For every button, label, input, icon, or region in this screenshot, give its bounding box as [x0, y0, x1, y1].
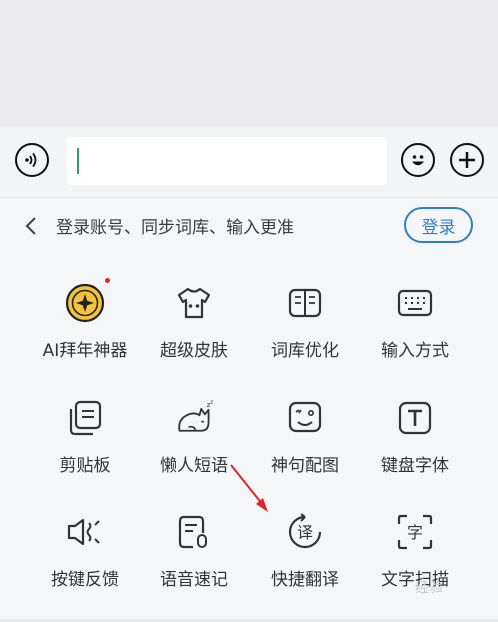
- tile-label: 输入方式: [381, 341, 449, 361]
- tile-label: 剪贴板: [59, 456, 111, 476]
- tile-label: 键盘字体: [381, 456, 449, 476]
- tshirt-icon: [174, 283, 214, 323]
- tile-label: 神句配图: [271, 456, 339, 476]
- app-content-area: [0, 0, 498, 127]
- tile-label: 懒人短语: [160, 456, 228, 476]
- tile-text-scan[interactable]: 字 文字扫描: [355, 512, 475, 622]
- tile-label: 按键反馈: [51, 570, 119, 590]
- tile-ai-new-year[interactable]: AI拜年神器: [25, 278, 145, 393]
- text-input-field[interactable]: [67, 137, 387, 185]
- book-icon: [285, 283, 325, 323]
- tile-voice-memo[interactable]: 语音速记: [134, 512, 254, 622]
- voice-memo-icon: [174, 512, 214, 552]
- tile-label: 词库优化: [271, 341, 339, 361]
- text-cursor: [77, 148, 79, 174]
- tile-super-skin[interactable]: 超级皮肤: [134, 283, 254, 393]
- voice-input-icon: [25, 152, 37, 168]
- plus-icon: [459, 152, 475, 168]
- keyboard-icon: [395, 283, 435, 323]
- plus-button[interactable]: [450, 143, 484, 177]
- clipboard-icon: [65, 398, 105, 438]
- svg-text:z: z: [210, 399, 213, 405]
- tile-clipboard[interactable]: 剪贴板: [25, 398, 145, 508]
- font-t-icon: [395, 398, 435, 438]
- tile-label: 快捷翻译: [271, 570, 339, 590]
- tile-input-method[interactable]: 输入方式: [355, 283, 475, 393]
- tile-label: 超级皮肤: [160, 341, 228, 361]
- tile-label: 语音速记: [160, 570, 228, 590]
- ai-coin-icon: [65, 283, 105, 323]
- tile-lexicon-optimize[interactable]: 词库优化: [245, 283, 365, 393]
- tile-label: AI拜年神器: [42, 341, 128, 361]
- new-badge-dot: [105, 278, 110, 283]
- svg-text:字: 字: [407, 523, 423, 542]
- lazy-cat-icon: z z: [174, 398, 214, 438]
- tile-key-feedback[interactable]: 按键反馈: [25, 512, 145, 622]
- watermark-text: 经验: [414, 579, 444, 597]
- tile-keyboard-font[interactable]: 键盘字体: [355, 398, 475, 508]
- login-prompt: 登录账号、同步词库、输入更准: [56, 218, 294, 238]
- image-caption-icon: [285, 398, 325, 438]
- tile-quote-images[interactable]: 神句配图: [245, 398, 365, 508]
- emoji-icon: [412, 155, 424, 166]
- back-chevron-icon[interactable]: [22, 214, 42, 238]
- tile-lazy-phrases[interactable]: z z 懒人短语: [134, 398, 254, 508]
- text-scan-icon: 字: [395, 512, 435, 552]
- translate-icon: 译: [285, 512, 325, 552]
- svg-text:译: 译: [297, 523, 313, 542]
- login-button[interactable]: 登录: [404, 207, 473, 243]
- emoji-button[interactable]: [401, 143, 435, 177]
- vibration-icon: [65, 512, 105, 552]
- tile-quick-translate[interactable]: 译 快捷翻译: [245, 512, 365, 622]
- voice-input-button[interactable]: [15, 143, 49, 177]
